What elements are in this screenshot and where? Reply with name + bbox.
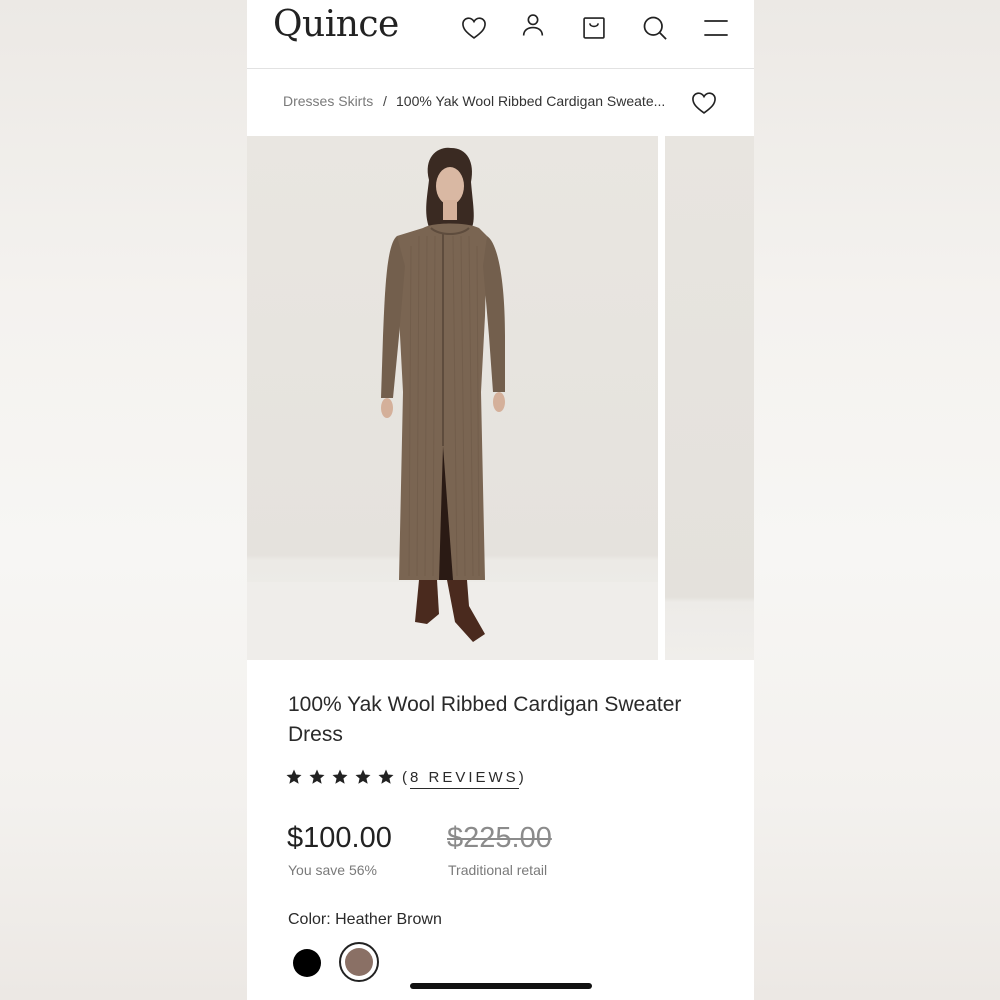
star-icon — [309, 769, 325, 784]
reviews-count: (8 REVIEWS) — [402, 768, 527, 789]
retail-price: $225.00 — [447, 822, 552, 854]
user-icon[interactable] — [517, 9, 549, 41]
savings-text: You save 56% — [288, 862, 377, 878]
product-image-main[interactable] — [247, 136, 658, 660]
color-selector-label: Color: Heather Brown — [288, 911, 442, 929]
product-title: 100% Yak Wool Ribbed Cardigan Sweater Dr… — [288, 693, 682, 746]
quince-logo[interactable]: Quince — [273, 4, 399, 45]
reviews-link[interactable]: 8 REVIEWS — [410, 768, 519, 789]
background-right — [754, 0, 1000, 1000]
color-swatch-black[interactable] — [293, 949, 321, 977]
model-wearing-dress-image — [247, 147, 658, 660]
color-label: Color: — [288, 911, 336, 928]
bag-icon[interactable] — [578, 12, 610, 44]
color-value: Heather Brown — [335, 911, 442, 928]
wishlist-icon[interactable] — [458, 12, 490, 44]
retail-label: Traditional retail — [448, 862, 548, 878]
background-left — [0, 0, 247, 1000]
breadcrumb: Dresses Skirts / 100% Yak Wool Ribbed Ca… — [247, 69, 754, 135]
home-indicator[interactable] — [410, 983, 592, 989]
reviews-close-paren: ) — [518, 768, 527, 786]
breadcrumb-current: 100% Yak Wool Ribbed Cardigan Sweate... — [396, 93, 666, 109]
star-icon — [286, 769, 302, 784]
star-icon — [355, 769, 371, 784]
product-image-next[interactable] — [665, 136, 754, 660]
product-page: Quince Dresses Skirts / 100% Yak Wool Ri… — [247, 0, 754, 1000]
site-header: Quince — [247, 0, 754, 69]
search-icon[interactable] — [639, 12, 671, 44]
color-swatch-heather-brown[interactable] — [339, 942, 379, 982]
favorite-heart-icon[interactable] — [690, 89, 718, 117]
reviews-open-paren: ( — [402, 768, 410, 786]
product-image-gallery[interactable] — [247, 136, 754, 660]
star-icon — [378, 769, 394, 784]
sale-price: $100.00 — [287, 822, 392, 854]
star-icon — [332, 769, 348, 784]
product-rating: (8 REVIEWS) — [285, 768, 527, 789]
menu-icon[interactable] — [700, 12, 732, 44]
breadcrumb-parent-link[interactable]: Dresses Skirts — [283, 93, 373, 109]
color-swatch-heather-brown-fill — [345, 948, 373, 976]
breadcrumb-separator: / — [383, 93, 387, 109]
